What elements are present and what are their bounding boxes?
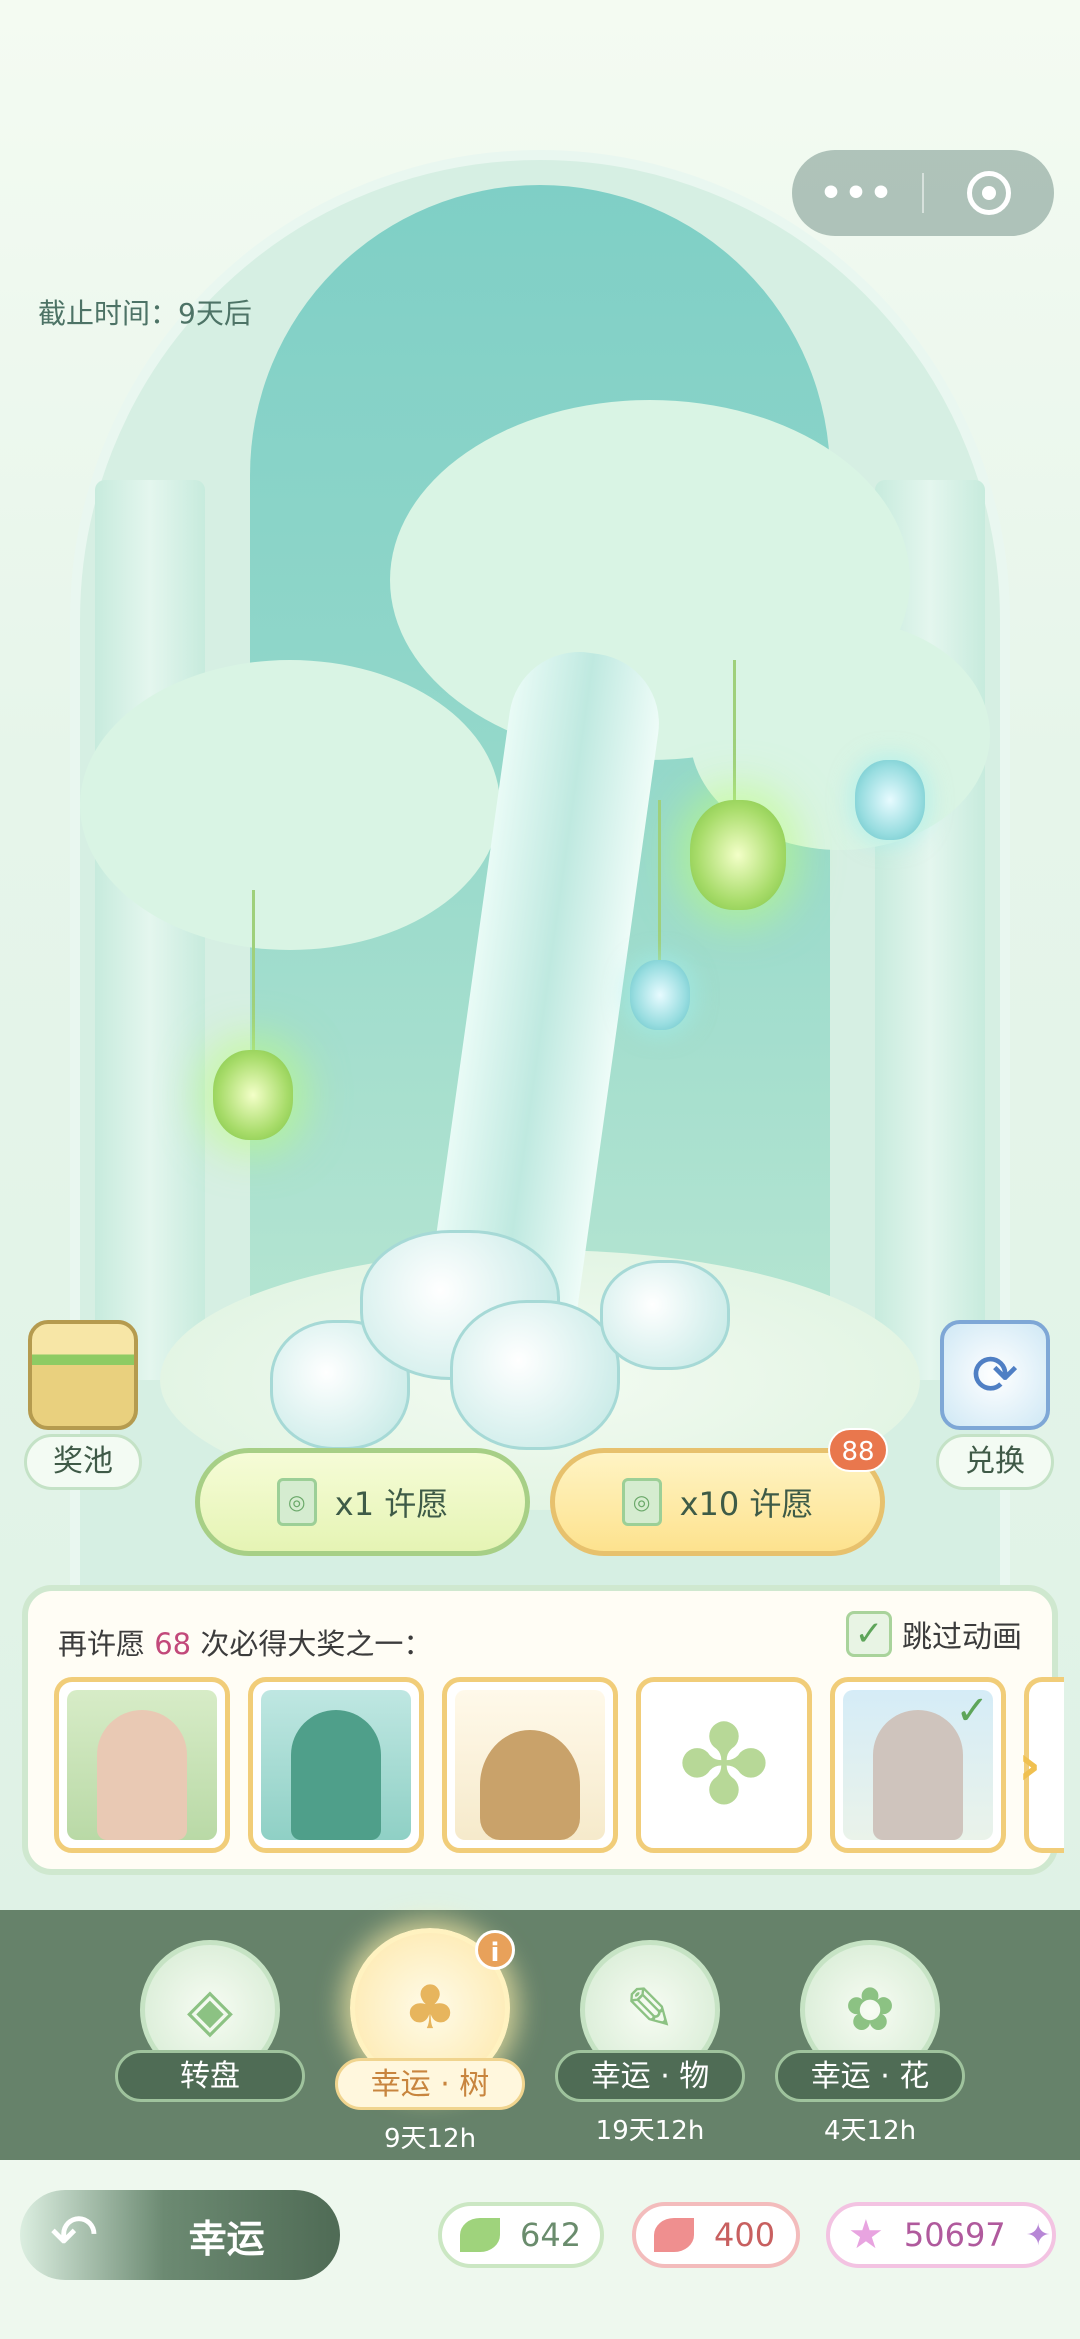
- tab-lucky-item[interactable]: ✎ 幸运 · 物 19天12h: [555, 1940, 745, 2147]
- lantern-string: [658, 800, 661, 960]
- prize-pool-label: 奖池: [24, 1434, 142, 1490]
- skip-animation-label: 跳过动画: [902, 1620, 1022, 1655]
- exchange-button[interactable]: ⟳ 兑换: [930, 1320, 1060, 1490]
- back-button[interactable]: ↶ 幸运: [20, 2190, 340, 2280]
- red-leaf-currency[interactable]: 400: [632, 2202, 800, 2268]
- guarantee-text: 再许愿 68 次必得大奖之一：: [58, 1621, 432, 1663]
- star-icon: ★: [848, 2212, 884, 2258]
- tab-lucky-item-time: 19天12h: [595, 2116, 705, 2146]
- red-leaf-amount: 400: [714, 2216, 776, 2254]
- event-tab-bar: ◈ 转盘 ♣ 幸运 · 树 9天12h i ✎ 幸运 · 物 19天12h ✿ …: [0, 1910, 1080, 2160]
- glowing-lantern: [690, 800, 786, 910]
- mini-program-capsule: •••: [792, 150, 1054, 236]
- hot-air-balloon-image: [455, 1690, 605, 1840]
- wish-ten-label: x10 许愿: [679, 1485, 814, 1523]
- exchange-icon: ⟳: [940, 1320, 1050, 1430]
- tab-lucky-tree-time: 9天12h: [383, 2124, 477, 2154]
- tab-lucky-flower[interactable]: ✿ 幸运 · 花 4天12h: [775, 1940, 965, 2147]
- gift-box-icon: [28, 1320, 138, 1430]
- add-icon[interactable]: ✦: [1026, 2218, 1051, 2253]
- tree-canopy-left: [80, 660, 500, 950]
- tab-lucky-tree-label: 幸运 · 树: [335, 2058, 525, 2110]
- skip-animation-toggle[interactable]: ✓ 跳过动画: [846, 1611, 1022, 1657]
- green-leaf-icon: [460, 2218, 500, 2252]
- character-portrait-image: [67, 1690, 217, 1840]
- prize-item[interactable]: ✓: [830, 1677, 1006, 1853]
- star-currency[interactable]: ★ 50697 ✦: [826, 2202, 1056, 2268]
- info-icon[interactable]: i: [475, 1930, 515, 1970]
- target-close-icon: [967, 171, 1011, 215]
- character-figure: [291, 1710, 381, 1840]
- character-figure: [97, 1710, 187, 1840]
- tab-wheel[interactable]: ◈ 转盘: [115, 1940, 305, 2110]
- wish-once-label: x1 许愿: [334, 1485, 449, 1523]
- blue-lantern: [630, 960, 690, 1030]
- prize-pool-button[interactable]: 奖池: [18, 1320, 148, 1490]
- prize-item[interactable]: [442, 1677, 618, 1853]
- tab-wheel-label: 转盘: [115, 2050, 305, 2102]
- green-leaf-amount: 642: [520, 2216, 582, 2254]
- checkmark-icon[interactable]: ✓: [846, 1611, 892, 1657]
- rock: [600, 1260, 730, 1370]
- prize-item[interactable]: [54, 1677, 230, 1853]
- glowing-lantern: [213, 1050, 293, 1140]
- close-button[interactable]: [924, 171, 1054, 215]
- character-figure: [873, 1710, 963, 1840]
- chevron-right-icon[interactable]: ›: [1018, 1736, 1062, 1796]
- guarantee-prefix: 再许愿: [58, 1627, 146, 1661]
- guarantee-suffix: 次必得大奖之一：: [200, 1627, 433, 1661]
- tab-lucky-flower-label: 幸运 · 花: [775, 2050, 965, 2102]
- guarantee-panel: 再许愿 68 次必得大奖之一： ✓ 跳过动画 ✤ ✓ ›: [22, 1585, 1064, 1875]
- deadline-text: 截止时间：9天后: [38, 297, 252, 330]
- discount-badge: 88: [828, 1428, 888, 1472]
- lantern-string: [733, 660, 736, 800]
- balloon-figure: [480, 1730, 580, 1840]
- clover-icon: ✤: [649, 1690, 799, 1840]
- blue-lantern: [855, 760, 925, 840]
- prize-item[interactable]: ✤: [636, 1677, 812, 1853]
- red-leaf-icon: [654, 2218, 694, 2252]
- wish-ticket-icon: ◎: [621, 1478, 662, 1526]
- prize-item[interactable]: [248, 1677, 424, 1853]
- back-label: 幸运: [188, 2216, 265, 2261]
- tab-lucky-item-label: 幸运 · 物: [555, 2050, 745, 2102]
- tab-lucky-tree[interactable]: ♣ 幸运 · 树 9天12h: [335, 1928, 525, 2155]
- wish-once-button[interactable]: ◎ x1 许愿: [195, 1448, 530, 1556]
- owned-check-icon: ✓: [955, 1688, 989, 1734]
- lantern-string: [252, 890, 255, 1050]
- prize-list: ✤ ✓: [54, 1677, 1064, 1853]
- green-leaf-currency[interactable]: 642: [438, 2202, 604, 2268]
- exchange-label: 兑换: [936, 1434, 1054, 1490]
- bottom-bar: ↶ 幸运 642 400 ★ 50697 ✦: [0, 2160, 1080, 2339]
- back-arrow-icon: ↶: [50, 2201, 99, 2269]
- guarantee-count: 68: [154, 1627, 192, 1661]
- tab-lucky-flower-time: 4天12h: [823, 2116, 917, 2146]
- more-dots-icon[interactable]: •••: [792, 173, 922, 214]
- wish-ticket-icon: ◎: [276, 1478, 317, 1526]
- star-amount: 50697: [903, 2216, 1006, 2254]
- rock: [450, 1300, 620, 1450]
- character-portrait-image: [261, 1690, 411, 1840]
